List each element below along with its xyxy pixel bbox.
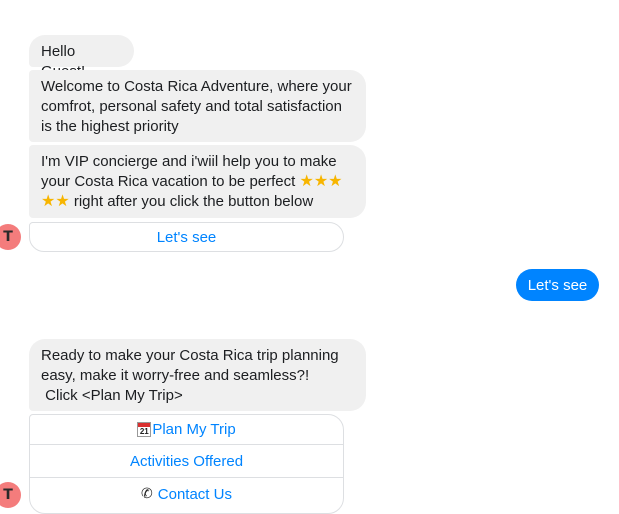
activities-offered-label: Activities Offered: [129, 452, 244, 470]
plan-my-trip-label: Plan My Trip: [152, 421, 236, 438]
calendar-icon: 21: [137, 422, 152, 437]
star-icon: ★: [41, 193, 56, 210]
user-message-lets-see: Let's see: [516, 269, 599, 301]
button-menu: 21 Plan My Trip Activities Offered ✆ Conta…: [29, 414, 344, 514]
bot-message-hello: Hello Guest!: [29, 35, 134, 80]
avatar-letter: T: [3, 229, 13, 245]
bot-message-welcome: Welcome to Costa Rica Adventure, where y…: [29, 70, 366, 142]
bot-message-concierge-tail: right after you click the button below: [73, 193, 314, 210]
quick-reply-group-1: Let's see: [29, 222, 344, 252]
star-icon: ★: [299, 173, 314, 190]
bot-avatar: T: [0, 482, 21, 508]
user-message-text: Let's see: [527, 276, 588, 294]
avatar-letter: T: [3, 487, 13, 503]
bot-avatar: T: [0, 224, 21, 250]
activities-offered-button[interactable]: Activities Offered: [30, 444, 343, 477]
bot-message-concierge: I'm VIP concierge and i'wiil help you to…: [29, 145, 366, 218]
bot-message-plan-line1: Ready to make your Costa Rica trip plann…: [41, 347, 339, 384]
plan-my-trip-button[interactable]: 21 Plan My Trip: [30, 415, 343, 444]
phone-icon: ✆: [141, 486, 153, 502]
lets-see-button[interactable]: Let's see: [30, 223, 343, 251]
bot-message-plan: Ready to make your Costa Rica trip plann…: [29, 339, 366, 411]
star-icon: ★: [55, 193, 70, 210]
contact-us-label: Contact Us: [157, 485, 232, 503]
lets-see-button-label: Let's see: [156, 228, 217, 246]
calendar-day: 21: [139, 427, 149, 436]
star-icon: ★: [328, 173, 343, 190]
bot-message-plan-line2: Click <Plan My Trip>: [41, 387, 183, 404]
star-icon: ★: [313, 173, 329, 190]
bot-message-welcome-text: Welcome to Costa Rica Adventure, where y…: [41, 78, 352, 135]
bot-message-concierge-text: I'm VIP concierge and i'wiil help you to…: [41, 153, 337, 190]
contact-us-button[interactable]: ✆ Contact Us: [30, 477, 343, 510]
